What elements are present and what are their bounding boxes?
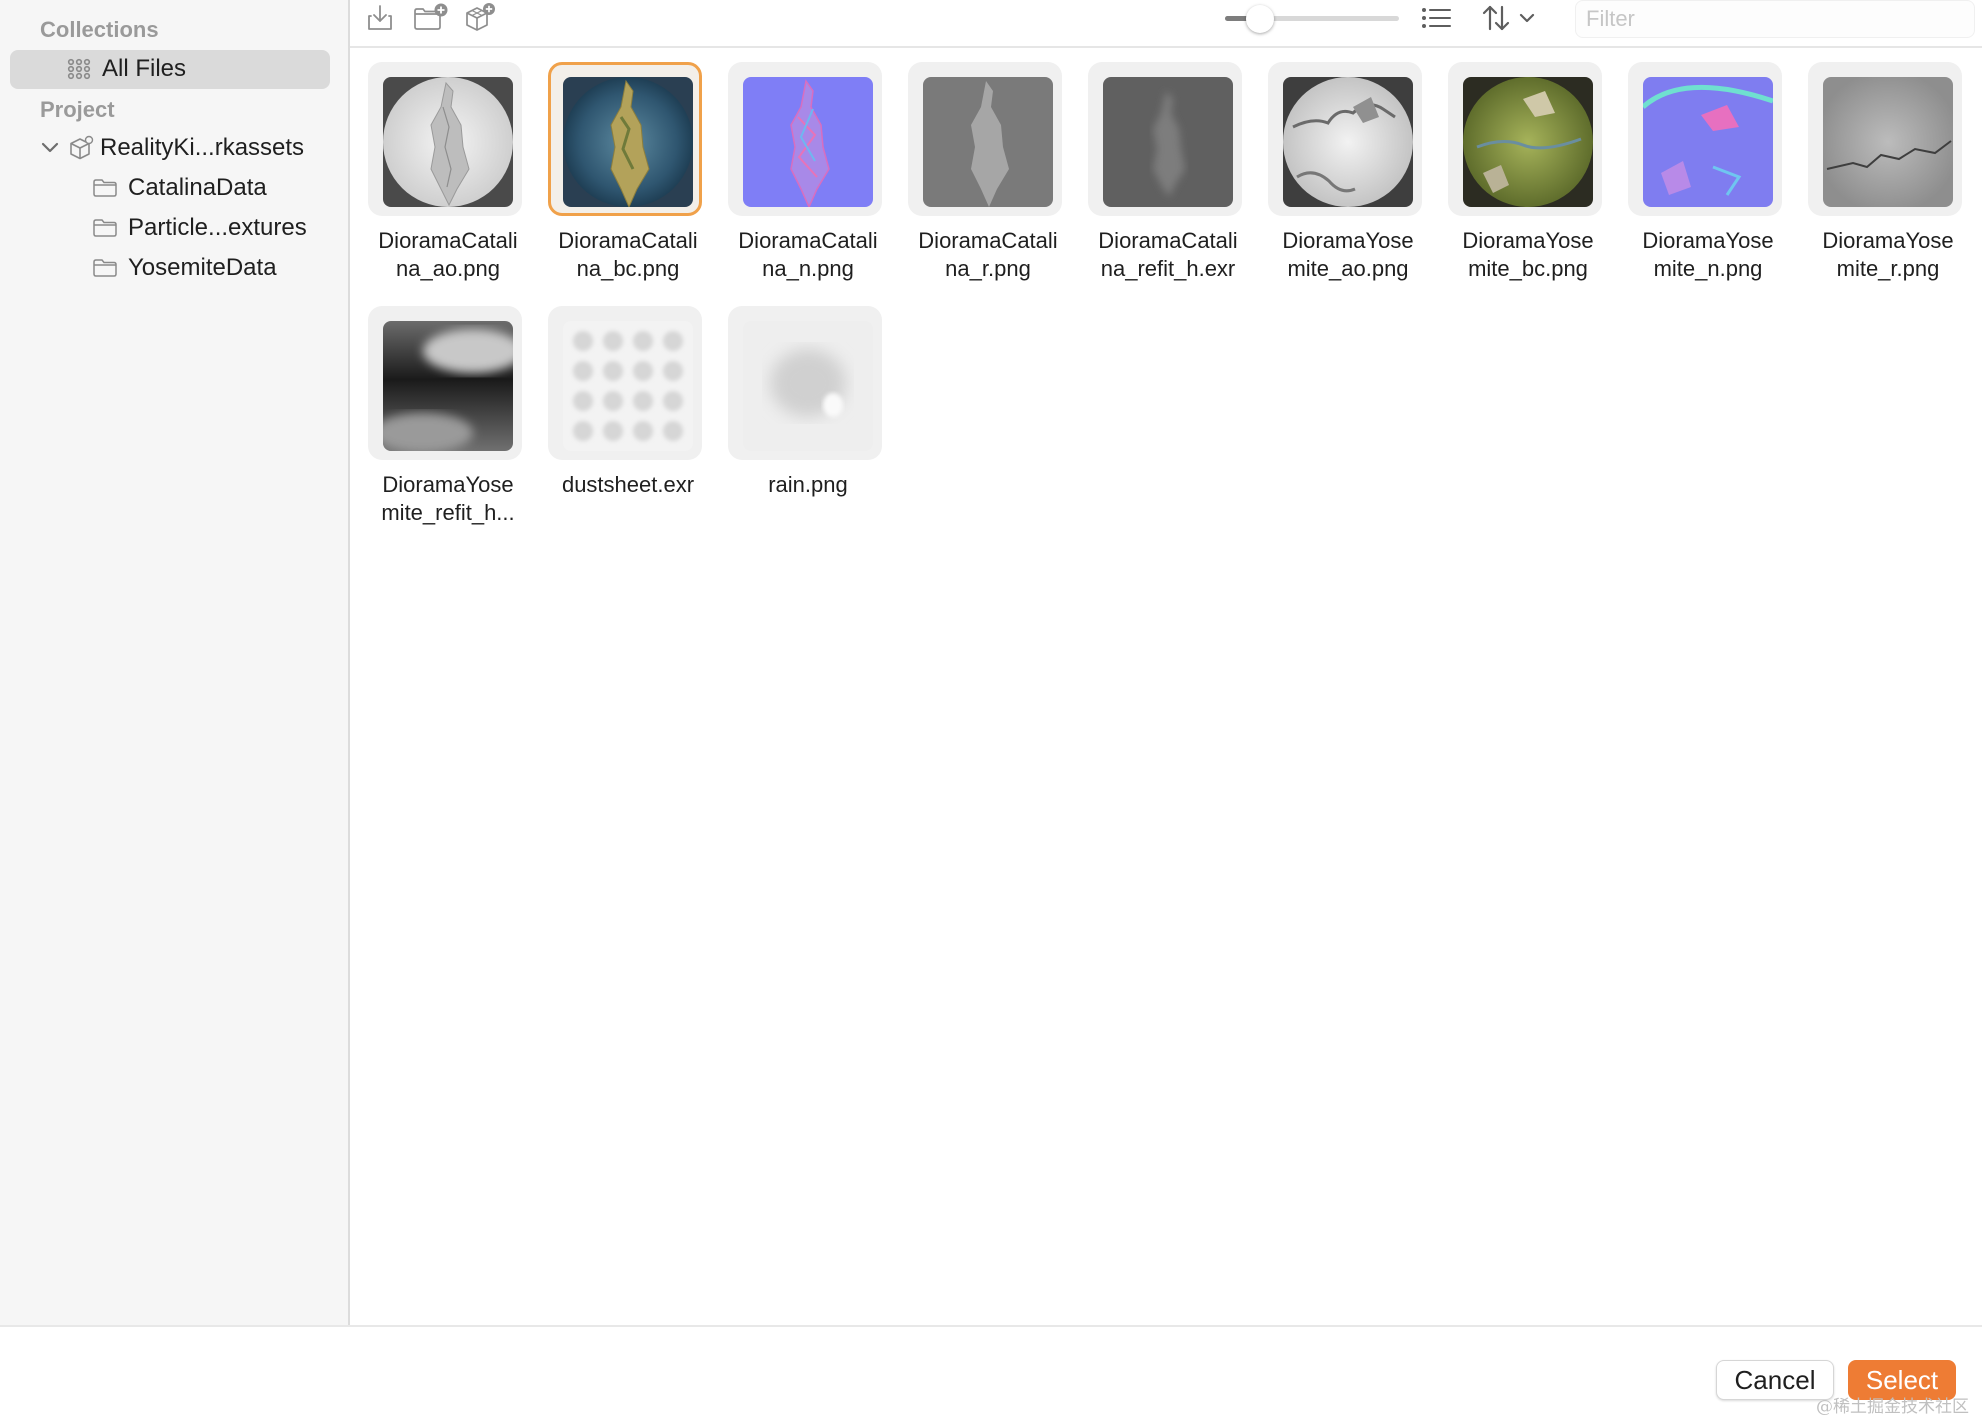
thumbnail-frame [1268,62,1422,216]
project-name: RealityKi...rkassets [100,134,305,161]
thumbnail-frame [1448,62,1602,216]
sidebar-item-label: Particle...extures [128,214,307,241]
sidebar-item-yosemitedata[interactable]: YosemiteData [92,254,277,282]
thumbnail-image [923,77,1053,207]
file-name: dustsheet.exr [561,472,695,497]
thumbnail-frame [1808,62,1962,216]
thumbnail-frame [728,306,882,460]
thumbnail-image [1283,77,1413,207]
chevron-down-icon[interactable] [1518,2,1536,34]
file-name: rain.png [768,472,848,497]
thumbnail-frame [1088,62,1242,216]
dialog-footer: Cancel Select [0,1325,1982,1420]
thumbnail-frame [728,62,882,216]
thumbnail-frame [548,306,702,460]
thumbnail-frame [908,62,1062,216]
thumbnail-size-slider[interactable] [1225,5,1399,33]
thumbnail-image [743,321,873,451]
sidebar: Collections All Files Project RealityKi.… [0,0,350,1325]
file-name: DioramaCatali na_n.png [738,228,878,281]
sidebar-item-label: CatalinaData [128,174,267,201]
toolbar [350,0,1982,48]
package-icon [66,135,94,161]
sidebar-item-label: All Files [102,55,187,82]
file-name: DioramaYose mite_r.png [1822,228,1954,281]
thumbnail-image [1823,77,1953,207]
thumbnail-frame [1628,62,1782,216]
folder-icon [92,218,118,238]
sidebar-item-project[interactable]: RealityKi...rkassets [40,134,304,162]
filter-input[interactable] [1575,0,1975,38]
file-name: DioramaCatali na_refit_h.exr [1098,228,1238,281]
file-name: DioramaYose mite_n.png [1642,228,1774,281]
thumbnail-frame [548,62,702,216]
grid-icon [66,58,92,80]
collections-title: Collections [40,17,159,42]
sort-icon[interactable] [1480,2,1514,34]
sidebar-item-all-files[interactable]: All Files [66,55,186,83]
thumbnail-image [743,77,873,207]
thumbnail-image [1463,77,1593,207]
file-name: DioramaCatali na_r.png [918,228,1058,281]
file-name: DioramaCatali na_bc.png [558,228,698,281]
disclosure-chevron-down-icon[interactable] [40,141,60,155]
thumbnail-image [383,77,513,207]
folder-icon [92,178,118,198]
thumbnail-frame [368,306,522,460]
folder-icon [92,258,118,278]
file-browser: DioramaCatali na_ao.png DioramaCatali na… [350,0,1982,1325]
thumbnail-image [1643,77,1773,207]
import-icon[interactable] [364,2,396,34]
list-view-icon[interactable] [1420,2,1454,34]
file-name: DioramaYose mite_bc.png [1462,228,1594,281]
sidebar-item-label: YosemiteData [128,254,277,281]
sidebar-item-particle-textures[interactable]: Particle...extures [92,214,307,242]
new-folder-icon[interactable] [412,2,450,34]
thumbnail-image [563,321,693,451]
watermark: @稀土掘金技术社区 [1816,1397,1969,1417]
file-name: DioramaCatali na_ao.png [378,228,518,281]
file-name: DioramaYose mite_refit_h... [381,472,515,525]
thumbnail-image [383,321,513,451]
thumbnail-image [563,77,693,207]
thumbnail-image [1103,77,1233,207]
slider-knob[interactable] [1246,5,1274,33]
project-title: Project [40,97,115,122]
sidebar-item-catalinadata[interactable]: CatalinaData [92,174,267,202]
add-object-icon[interactable] [462,2,498,34]
file-name: DioramaYose mite_ao.png [1282,228,1414,281]
thumbnail-frame [368,62,522,216]
